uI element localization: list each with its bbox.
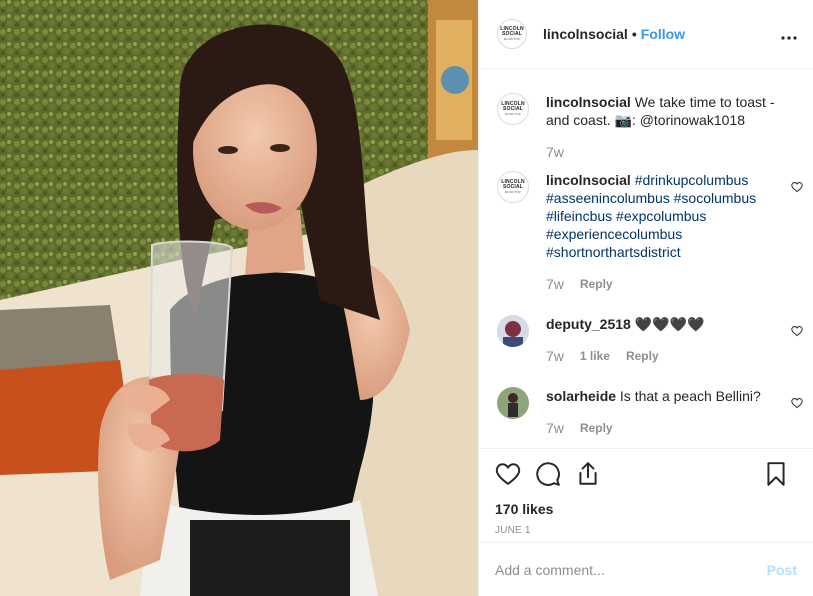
comment-avatar[interactable] [497,315,529,347]
share-icon[interactable] [575,461,601,487]
comment-input[interactable] [495,561,767,578]
comment-meta: 7w 1 like Reply [546,347,782,365]
comment-time[interactable]: 7w [546,419,564,437]
comment-icon[interactable] [535,461,561,487]
post-header: LINCOLN SOCIAL ROOFTOP lincolnsocial • F… [479,0,813,69]
caption-time[interactable]: 7w [546,143,564,161]
comment-likes-count[interactable]: 1 like [580,347,610,365]
likes-count[interactable]: 170 likes [495,501,797,517]
comment-avatar[interactable]: LINCOLN SOCIAL ROOFTOP [497,171,529,203]
account-avatar[interactable]: LINCOLN SOCIAL ROOFTOP [497,19,527,49]
header-username[interactable]: lincolnsocial [543,26,628,42]
post-actions: 170 likes JUNE 1 [479,448,813,536]
comment-username[interactable]: deputy_2518 [546,316,631,332]
reply-button[interactable]: Reply [580,275,613,293]
caption-body: lincolnsocial We take time to toast - an… [546,93,782,161]
more-icon[interactable] [781,24,797,45]
comment-meta: 7w Reply [546,419,782,437]
heart-icon[interactable] [495,461,521,487]
follow-button[interactable]: Follow [641,26,685,42]
comment-text: Is that a peach Bellini? [619,388,761,404]
comment-like-icon[interactable] [791,181,803,193]
comment-row: solarheide Is that a peach Bellini? 7w R… [497,387,813,437]
comment-like-icon[interactable] [791,397,803,409]
post-side-panel: LINCOLN SOCIAL ROOFTOP lincolnsocial • F… [478,0,813,596]
comment-body: lincolnsocial #drinkupcolumbus #asseenin… [546,171,782,293]
comment-username[interactable]: solarheide [546,388,616,404]
comment-time[interactable]: 7w [546,347,564,365]
comment-row: LINCOLN SOCIAL ROOFTOP lincolnsocial #dr… [497,171,813,293]
header-separator: • [631,26,637,42]
photo-illustration [0,0,478,596]
logo-text-line-3: ROOFTOP [503,37,521,41]
caption-avatar[interactable]: LINCOLN SOCIAL ROOFTOP [497,93,529,125]
comment-avatar[interactable] [497,387,529,419]
comment-username[interactable]: lincolnsocial [546,172,631,188]
reply-button[interactable]: Reply [626,347,659,365]
caption-username[interactable]: lincolnsocial [546,94,631,110]
comments-list[interactable]: LINCOLN SOCIAL ROOFTOP lincolnsocial We … [479,70,813,448]
post-date[interactable]: JUNE 1 [495,525,797,536]
comment-meta: 7w Reply [546,275,782,293]
comment-row: deputy_2518 🖤🖤🖤🖤 7w 1 like Reply [497,315,813,365]
post-comment-button[interactable]: Post [767,562,797,578]
bookmark-icon[interactable] [763,461,789,487]
logo-text-line-3: ROOFTOP [504,190,522,194]
post-photo[interactable] [0,0,478,596]
comment-body: solarheide Is that a peach Bellini? 7w R… [546,387,782,437]
comment-time[interactable]: 7w [546,275,564,293]
avatar-photo [497,315,529,347]
caption-meta: 7w [546,143,782,161]
reply-button[interactable]: Reply [580,419,613,437]
add-comment-bar: Post [479,542,813,596]
comment-body: deputy_2518 🖤🖤🖤🖤 7w 1 like Reply [546,315,782,365]
caption-row: LINCOLN SOCIAL ROOFTOP lincolnsocial We … [497,93,813,161]
avatar-photo [497,387,529,419]
comment-like-icon[interactable] [791,325,803,337]
action-icons [495,461,797,487]
comment-text: 🖤🖤🖤🖤 [634,316,705,332]
logo-text-line-3: ROOFTOP [504,112,522,116]
